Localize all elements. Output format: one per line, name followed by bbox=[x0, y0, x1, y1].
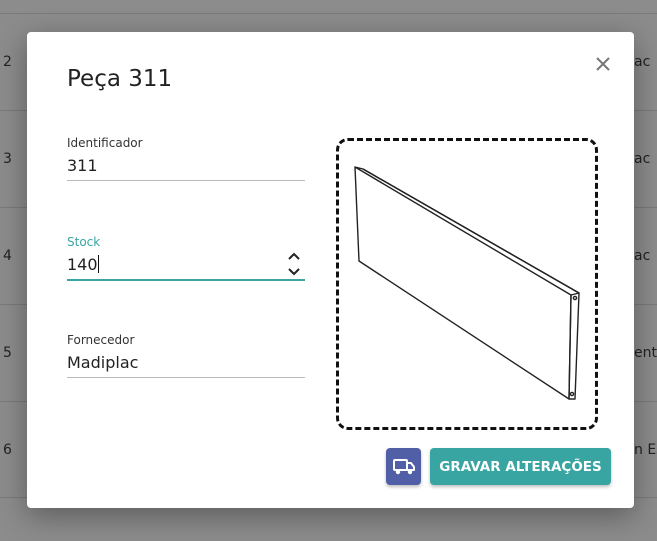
edit-part-dialog: Peça 311 Identificador 311 Stock 140 For… bbox=[27, 32, 634, 508]
stock-value: 140 bbox=[67, 255, 98, 274]
supplier-truck-button[interactable] bbox=[386, 448, 421, 485]
fornecedor-field[interactable]: Fornecedor Madiplac bbox=[67, 333, 305, 378]
row-supplier: n Es bbox=[634, 442, 657, 458]
truck-icon bbox=[392, 458, 415, 474]
row-number: 2 bbox=[3, 54, 12, 70]
row-supplier: ac bbox=[634, 151, 651, 167]
close-icon[interactable] bbox=[593, 54, 613, 74]
row-supplier: ac bbox=[634, 54, 651, 70]
identificador-input[interactable]: 311 bbox=[67, 156, 305, 178]
row-number: 6 bbox=[3, 442, 12, 458]
fornecedor-input[interactable]: Madiplac bbox=[67, 353, 305, 375]
stock-field[interactable]: Stock 140 bbox=[67, 235, 305, 281]
stock-input[interactable]: 140 bbox=[67, 252, 305, 277]
number-stepper[interactable] bbox=[287, 249, 301, 283]
input-underline bbox=[67, 180, 305, 181]
identificador-field[interactable]: Identificador 311 bbox=[67, 136, 305, 181]
stock-label: Stock bbox=[67, 235, 101, 249]
row-number: 5 bbox=[3, 345, 12, 361]
dialog-title: Peça 311 bbox=[67, 66, 173, 92]
identificador-label: Identificador bbox=[67, 136, 143, 150]
input-underline bbox=[67, 377, 305, 378]
row-supplier: ent bbox=[634, 345, 657, 361]
save-changes-button[interactable]: GRAVAR ALTERAÇÕES bbox=[430, 448, 611, 485]
row-number: 4 bbox=[3, 248, 12, 264]
row-supplier: ac bbox=[634, 248, 651, 264]
input-underline bbox=[67, 279, 305, 281]
row-number: 3 bbox=[3, 151, 12, 167]
panel-illustration bbox=[354, 166, 580, 400]
text-caret bbox=[97, 255, 99, 273]
part-image-dropzone[interactable] bbox=[336, 138, 598, 430]
fornecedor-label: Fornecedor bbox=[67, 333, 135, 347]
